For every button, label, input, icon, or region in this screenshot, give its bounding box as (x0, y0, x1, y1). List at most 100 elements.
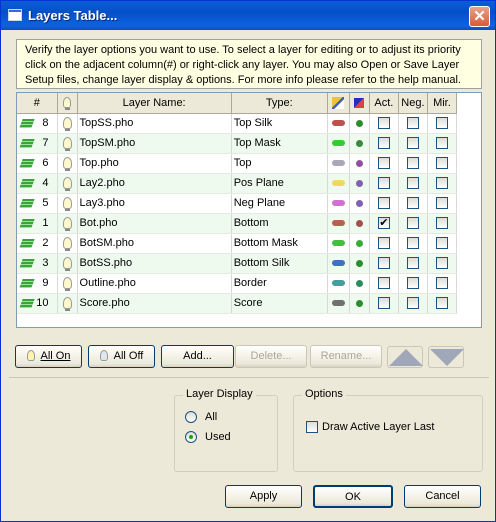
visibility-cell[interactable] (57, 233, 78, 254)
table-row[interactable]: 8 TopSS.pho Top Silk (17, 113, 458, 134)
mir-checkbox[interactable] (435, 297, 448, 309)
act-checkbox[interactable] (377, 137, 390, 149)
row-number-cell[interactable]: 5 (17, 193, 58, 214)
layer-type-cell[interactable]: Bottom Silk (231, 253, 328, 274)
visibility-cell[interactable] (57, 213, 78, 234)
add-button[interactable]: Add... (161, 345, 234, 368)
table-row[interactable]: 3 BotSS.pho Bottom Silk (17, 253, 458, 274)
radio-all-label[interactable]: All (205, 411, 217, 423)
layer-type-cell[interactable]: Neg Plane (231, 193, 328, 214)
act-checkbox[interactable] (377, 257, 390, 269)
drill-color-cell[interactable] (349, 253, 370, 274)
drill-color-cell[interactable] (349, 193, 370, 214)
table-row[interactable]: 4 Lay2.pho Pos Plane (17, 173, 458, 194)
layer-color-cell[interactable] (327, 253, 350, 274)
act-checkbox[interactable] (377, 237, 390, 249)
mir-checkbox[interactable] (435, 177, 448, 189)
visibility-cell[interactable] (57, 113, 78, 134)
column-header-num[interactable]: # (17, 93, 58, 114)
move-up-button[interactable] (387, 346, 423, 368)
table-row[interactable]: 9 Outline.pho Border (17, 273, 458, 294)
visibility-cell[interactable] (57, 253, 78, 274)
neg-checkbox[interactable] (406, 297, 419, 309)
act-checkbox[interactable] (377, 177, 390, 189)
act-checkbox[interactable]: ✔ (377, 217, 390, 229)
layer-name-cell[interactable]: Bot.pho (77, 213, 232, 234)
layer-name-cell[interactable]: BotSM.pho (77, 233, 232, 254)
visibility-cell[interactable] (57, 193, 78, 214)
drill-color-cell[interactable] (349, 273, 370, 294)
neg-checkbox[interactable] (406, 117, 419, 129)
delete-button[interactable]: Delete... (235, 345, 307, 368)
draw-active-last-label[interactable]: Draw Active Layer Last (322, 421, 435, 433)
mir-checkbox[interactable] (435, 217, 448, 229)
row-number-cell[interactable]: 7 (17, 133, 58, 154)
cancel-button[interactable]: Cancel (404, 485, 481, 508)
layer-type-cell[interactable]: Border (231, 273, 328, 294)
layer-color-cell[interactable] (327, 293, 350, 314)
mir-checkbox[interactable] (435, 197, 448, 209)
row-number-cell[interactable]: 1 (17, 213, 58, 234)
act-checkbox[interactable] (377, 297, 390, 309)
act-checkbox[interactable] (377, 197, 390, 209)
mir-checkbox[interactable] (435, 237, 448, 249)
row-number-cell[interactable]: 9 (17, 273, 58, 294)
mir-checkbox[interactable] (435, 137, 448, 149)
row-number-cell[interactable]: 2 (17, 233, 58, 254)
drill-color-cell[interactable] (349, 233, 370, 254)
move-down-button[interactable] (428, 346, 464, 368)
table-row[interactable]: 1 Bot.pho Bottom ✔ (17, 213, 458, 234)
layer-color-cell[interactable] (327, 173, 350, 194)
all-on-button[interactable]: All On (15, 345, 82, 368)
table-row[interactable]: 7 TopSM.pho Top Mask (17, 133, 458, 154)
all-off-button[interactable]: All Off (88, 345, 155, 368)
layer-name-cell[interactable]: Lay2.pho (77, 173, 232, 194)
neg-checkbox[interactable] (406, 217, 419, 229)
layer-name-cell[interactable]: Lay3.pho (77, 193, 232, 214)
layer-name-cell[interactable]: Outline.pho (77, 273, 232, 294)
radio-used-label[interactable]: Used (205, 431, 231, 443)
column-header-type[interactable]: Type: (231, 93, 328, 114)
layer-type-cell[interactable]: Bottom (231, 213, 328, 234)
layer-type-cell[interactable]: Bottom Mask (231, 233, 328, 254)
radio-used[interactable] (185, 431, 197, 443)
visibility-cell[interactable] (57, 133, 78, 154)
table-row[interactable]: 5 Lay3.pho Neg Plane (17, 193, 458, 214)
row-number-cell[interactable]: 10 (17, 293, 58, 314)
table-row[interactable]: 6 Top.pho Top (17, 153, 458, 174)
drill-color-cell[interactable] (349, 173, 370, 194)
drill-color-cell[interactable] (349, 133, 370, 154)
row-number-cell[interactable]: 6 (17, 153, 58, 174)
layer-name-cell[interactable]: BotSS.pho (77, 253, 232, 274)
row-number-cell[interactable]: 8 (17, 113, 58, 134)
drill-color-cell[interactable] (349, 113, 370, 134)
table-row[interactable]: 10 Score.pho Score (17, 293, 458, 314)
act-checkbox[interactable] (377, 157, 390, 169)
layer-name-cell[interactable]: Score.pho (77, 293, 232, 314)
apply-button[interactable]: Apply (225, 485, 302, 508)
neg-checkbox[interactable] (406, 177, 419, 189)
neg-checkbox[interactable] (406, 257, 419, 269)
neg-checkbox[interactable] (406, 197, 419, 209)
layer-type-cell[interactable]: Score (231, 293, 328, 314)
layer-color-cell[interactable] (327, 113, 350, 134)
visibility-cell[interactable] (57, 173, 78, 194)
radio-all[interactable] (185, 411, 197, 423)
layer-color-cell[interactable] (327, 153, 350, 174)
layer-type-cell[interactable]: Top Mask (231, 133, 328, 154)
row-number-cell[interactable]: 4 (17, 173, 58, 194)
layer-name-cell[interactable]: TopSM.pho (77, 133, 232, 154)
visibility-cell[interactable] (57, 273, 78, 294)
column-header-visibility[interactable] (57, 93, 78, 114)
layer-type-cell[interactable]: Top Silk (231, 113, 328, 134)
layer-color-cell[interactable] (327, 193, 350, 214)
mir-checkbox[interactable] (435, 157, 448, 169)
table-row[interactable]: 2 BotSM.pho Bottom Mask (17, 233, 458, 254)
layer-color-cell[interactable] (327, 213, 350, 234)
mir-checkbox[interactable] (435, 257, 448, 269)
ok-button[interactable]: OK (313, 485, 393, 508)
drill-color-cell[interactable] (349, 293, 370, 314)
drill-color-cell[interactable] (349, 213, 370, 234)
column-header-drill[interactable] (349, 93, 370, 114)
neg-checkbox[interactable] (406, 277, 419, 289)
